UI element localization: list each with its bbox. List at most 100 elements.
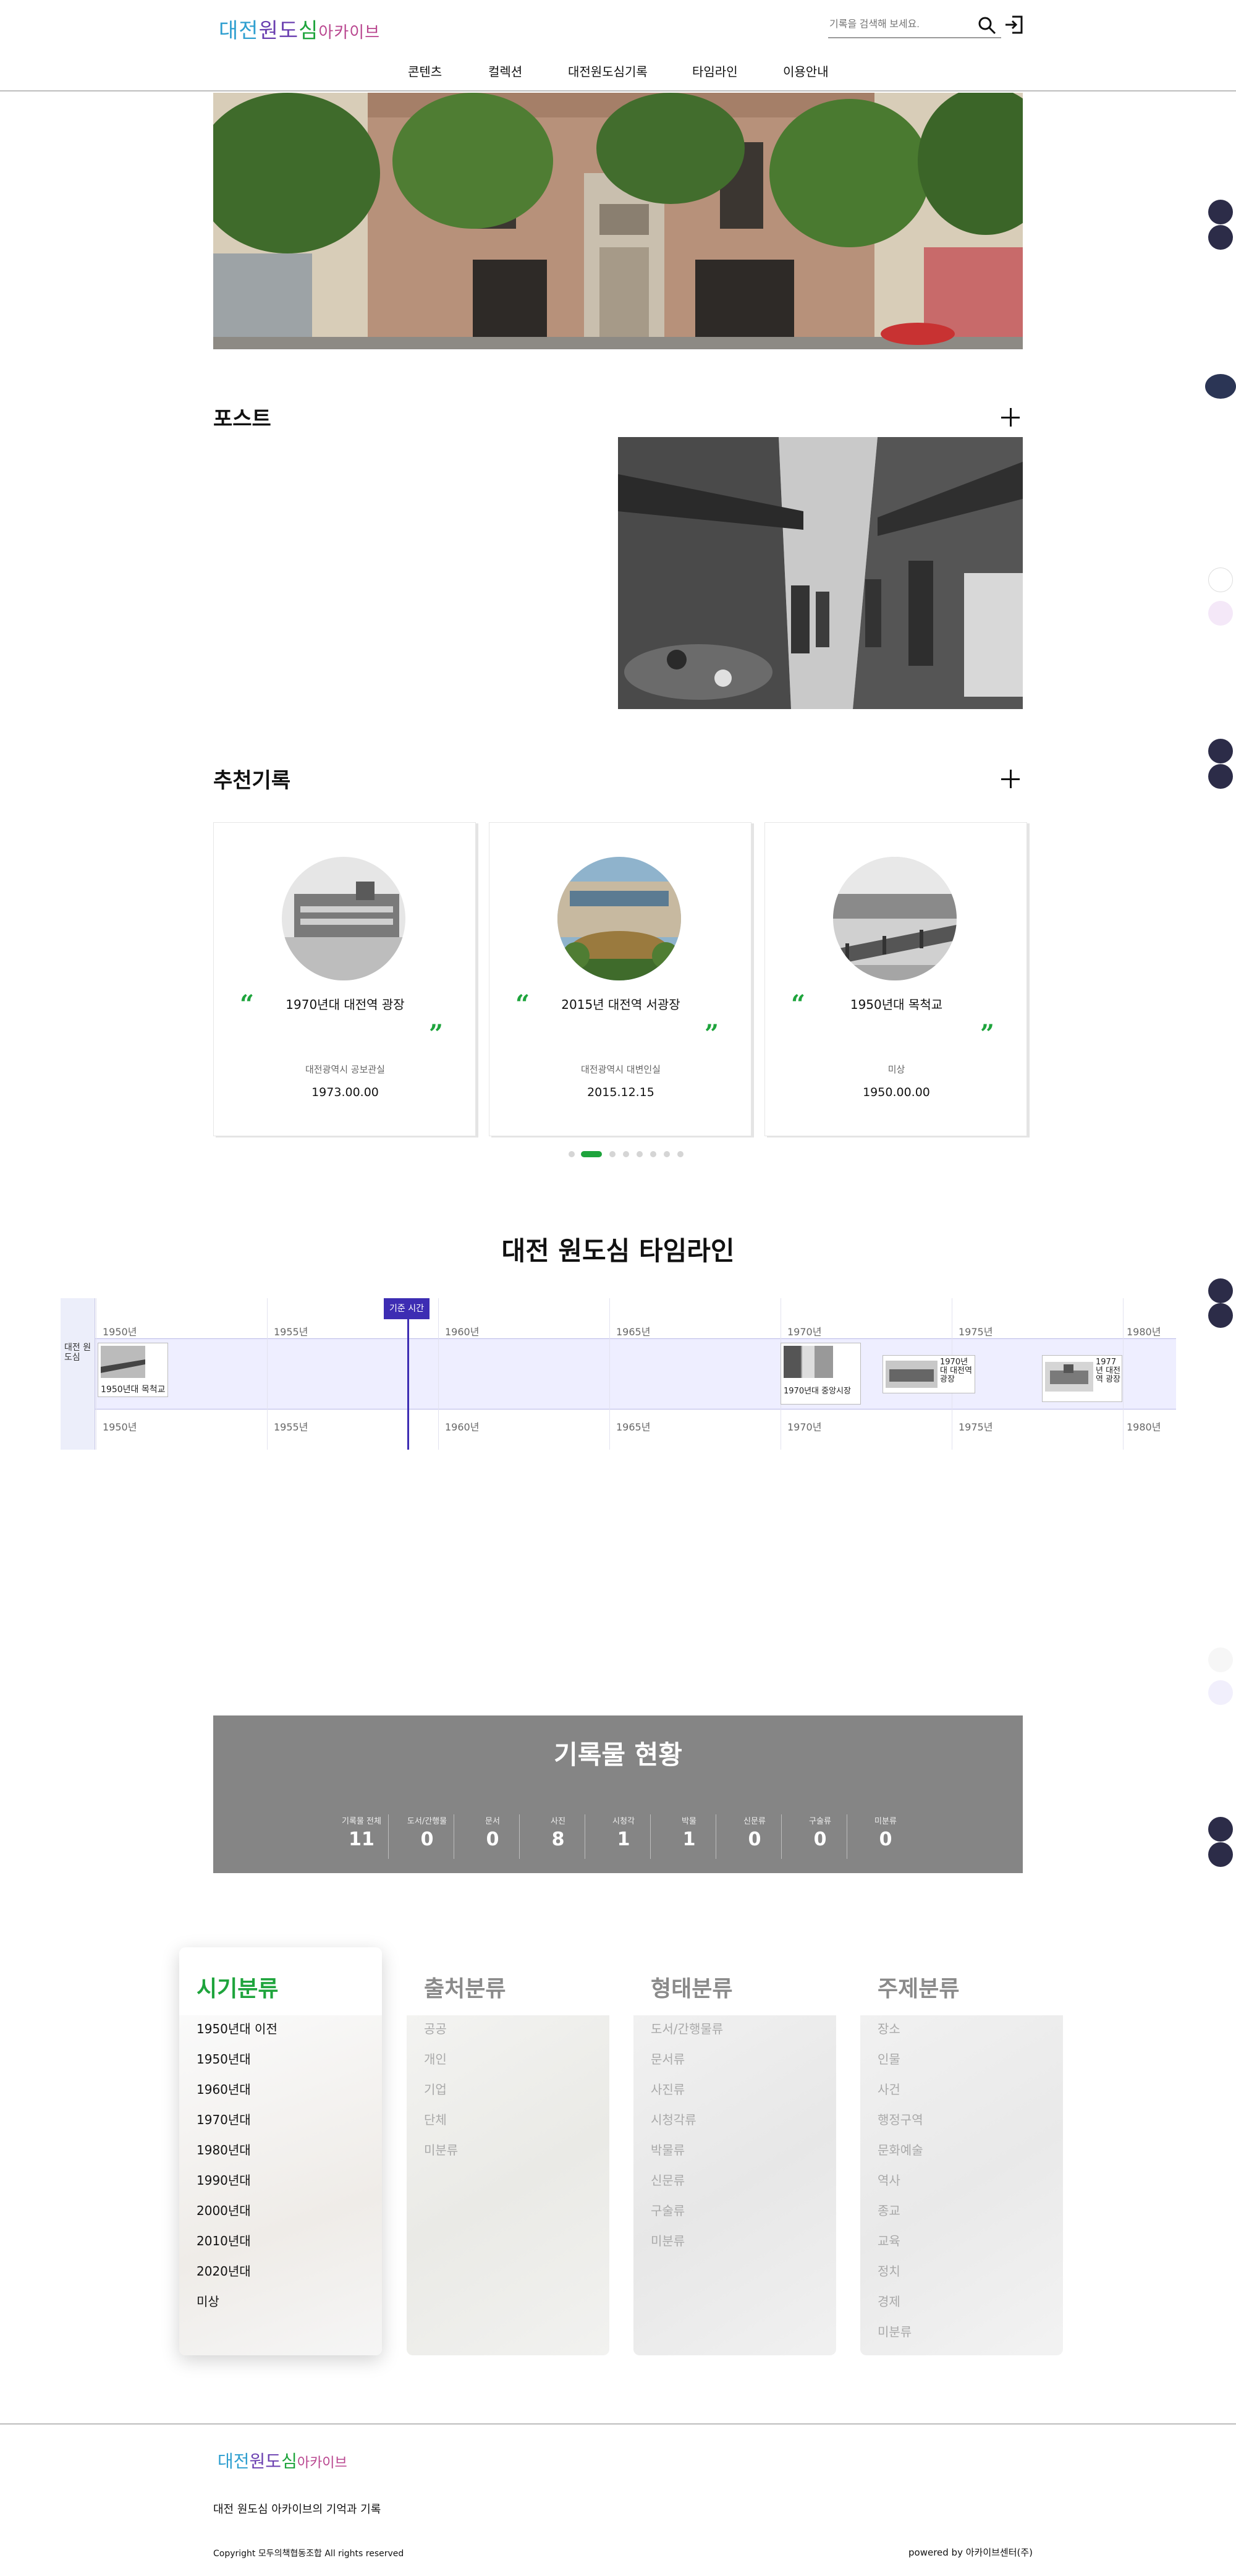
classification-item[interactable]: 교육 <box>878 2231 900 2249</box>
side-float-icon[interactable] <box>1208 1817 1233 1842</box>
classification-item[interactable]: 1950년대 <box>197 2049 251 2067</box>
classification-item[interactable]: 시청각류 <box>651 2110 696 2128</box>
post-more-plus-icon[interactable] <box>1001 408 1020 427</box>
side-float-icon[interactable] <box>1208 1278 1233 1303</box>
classification-item[interactable]: 인물 <box>878 2049 900 2067</box>
timeline-item[interactable]: 1950년대 목척교 <box>98 1343 168 1397</box>
carousel-dot[interactable] <box>623 1151 629 1157</box>
classification-item[interactable]: 기업 <box>424 2080 447 2098</box>
carousel-dot-active[interactable] <box>581 1151 602 1157</box>
carousel-dot[interactable] <box>609 1151 616 1157</box>
classification-item[interactable]: 행정구역 <box>878 2110 923 2128</box>
nav-item-collection[interactable]: 컬렉션 <box>488 62 522 80</box>
nav-item-contents[interactable]: 콘텐츠 <box>408 62 442 80</box>
stat-item[interactable]: 시청각 1 <box>593 1814 654 1850</box>
carousel-dot[interactable] <box>569 1151 575 1157</box>
side-float-icon[interactable] <box>1208 1303 1233 1328</box>
classification-item[interactable]: 미상 <box>197 2292 219 2310</box>
classification-item[interactable]: 미분류 <box>424 2140 458 2158</box>
classification-item[interactable]: 미분류 <box>878 2322 912 2340</box>
classification-item[interactable]: 2000년대 <box>197 2201 251 2219</box>
record-card[interactable]: “ 2015년 대전역 서광장 ” 대전광역시 대변인실 2015.12.15 <box>489 822 751 1136</box>
timeline-title: 대전 원도심 타임라인 <box>501 1236 735 1266</box>
stat-item[interactable]: 박물 1 <box>658 1814 720 1850</box>
footer-logo[interactable]: 대전원도심아카이브 <box>218 2448 347 2473</box>
book-icon[interactable] <box>1208 567 1233 592</box>
search-input[interactable] <box>828 14 970 36</box>
side-float-icon[interactable] <box>1208 200 1233 224</box>
timeline-item[interactable]: 1977년 대전역 광장 <box>1042 1355 1122 1402</box>
classification-item[interactable]: 2020년대 <box>197 2261 251 2279</box>
side-float-icon[interactable] <box>1208 225 1233 250</box>
side-float-icon[interactable] <box>1208 1842 1233 1867</box>
recommend-more-plus-icon[interactable] <box>1001 770 1020 788</box>
side-float-icon[interactable] <box>1208 1680 1233 1705</box>
classification-title[interactable]: 주제분류 <box>878 1971 959 2003</box>
timeline-item[interactable]: 1970년대 중앙시장 <box>781 1343 861 1405</box>
carousel-dot[interactable] <box>650 1151 656 1157</box>
timeline[interactable]: 대전 원도심 1950년 1955년 1960년 1965년 1970년 197… <box>61 1298 1176 1450</box>
timeline-gridline <box>438 1298 439 1450</box>
stat-item[interactable]: 미분류 0 <box>855 1814 916 1850</box>
record-card[interactable]: “ 1950년대 목척교 ” 미상 1950.00.00 <box>764 822 1027 1136</box>
nav-item-records[interactable]: 대전원도심기록 <box>568 62 648 80</box>
brain-icon[interactable] <box>1208 601 1233 626</box>
stat-item[interactable]: 신문류 0 <box>724 1814 785 1850</box>
classification-item[interactable]: 신문류 <box>651 2170 685 2188</box>
classification-item[interactable]: 사진류 <box>651 2080 685 2098</box>
nav-item-guide[interactable]: 이용안내 <box>783 62 829 80</box>
classification-item[interactable]: 문서류 <box>651 2049 685 2067</box>
classification-item[interactable]: 1950년대 이전 <box>197 2019 277 2037</box>
classification-item[interactable]: 1970년대 <box>197 2110 251 2128</box>
classification-item[interactable]: 단체 <box>424 2110 447 2128</box>
classification-item[interactable]: 사건 <box>878 2080 900 2098</box>
stat-value: 11 <box>349 1829 375 1850</box>
nav-item-timeline[interactable]: 타임라인 <box>692 62 738 80</box>
timeline-now-line[interactable] <box>407 1298 409 1450</box>
classification-item[interactable]: 종교 <box>878 2201 900 2219</box>
classification-item[interactable]: 2010년대 <box>197 2231 251 2249</box>
stat-item[interactable]: 구술류 0 <box>789 1814 851 1850</box>
classification-title[interactable]: 출처분류 <box>424 1971 506 2003</box>
stat-value: 0 <box>420 1829 434 1850</box>
stat-item[interactable]: 사진 8 <box>527 1814 589 1850</box>
carousel-dot[interactable] <box>664 1151 670 1157</box>
timeline-now-marker[interactable]: 기준 시간 <box>384 1298 430 1319</box>
classification-item[interactable]: 개인 <box>424 2049 447 2067</box>
classification-item[interactable]: 1980년대 <box>197 2140 251 2158</box>
classification-item[interactable]: 경제 <box>878 2292 900 2310</box>
classification-item[interactable]: 미분류 <box>651 2231 685 2249</box>
stat-item[interactable]: 문서 0 <box>462 1814 523 1850</box>
chat-bot-icon[interactable] <box>1205 374 1236 399</box>
hero-banner-image[interactable] <box>213 93 1023 349</box>
stat-item[interactable]: 기록물 전체 11 <box>331 1814 392 1850</box>
timeline-year-bottom: 1975년 <box>959 1421 993 1433</box>
classification-item[interactable]: 문화예술 <box>878 2140 923 2158</box>
classification-title[interactable]: 형태분류 <box>651 1971 732 2003</box>
timeline-item[interactable]: 1970년대 대전역 광장 <box>883 1355 975 1393</box>
classification-item[interactable]: 구술류 <box>651 2201 685 2219</box>
side-float-icon[interactable] <box>1208 739 1233 763</box>
classification-item[interactable]: 박물류 <box>651 2140 685 2158</box>
carousel-dot[interactable] <box>637 1151 643 1157</box>
side-float-icon[interactable] <box>1208 1647 1233 1672</box>
carousel-dot[interactable] <box>677 1151 684 1157</box>
classification-item[interactable]: 1960년대 <box>197 2080 251 2098</box>
site-logo[interactable]: 대전원도심아카이브 <box>219 14 380 44</box>
classification-title[interactable]: 시기분류 <box>197 1971 278 2003</box>
timeline-year-top: 1960년 <box>445 1326 480 1338</box>
classification-item[interactable]: 장소 <box>878 2019 900 2037</box>
post-thumbnail-image[interactable] <box>618 437 1023 709</box>
classification-item[interactable]: 도서/간행물류 <box>651 2019 723 2037</box>
classification-item[interactable]: 정치 <box>878 2261 900 2279</box>
side-float-icon[interactable] <box>1208 764 1233 789</box>
timeline-item-thumbnail <box>886 1361 938 1388</box>
classification-item[interactable]: 공공 <box>424 2019 447 2037</box>
search-icon[interactable] <box>978 16 996 35</box>
classification-item[interactable]: 1990년대 <box>197 2170 251 2188</box>
stat-label: 구술류 <box>809 1817 831 1826</box>
classification-item[interactable]: 역사 <box>878 2170 900 2188</box>
stat-item[interactable]: 도서/간행물 0 <box>396 1814 458 1850</box>
login-icon[interactable] <box>1004 15 1023 35</box>
record-card[interactable]: “ 1970년대 대전역 광장 ” 대전광역시 공보관실 1973.00.00 <box>213 822 476 1136</box>
